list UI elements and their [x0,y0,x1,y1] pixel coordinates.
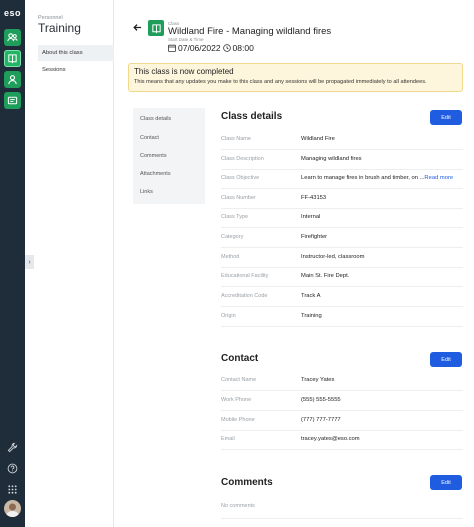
clock-icon [222,44,231,52]
detail-label: Class Description [221,156,264,162]
contact-edit-button[interactable]: Edit [430,352,462,367]
detail-row: Class Name Wildland Fire [221,130,463,150]
people-icon[interactable] [4,29,21,46]
nav-title: Training [38,21,81,35]
detail-row: Method Instructor-led, classroom [221,248,463,268]
detail-value: Wildland Fire [301,136,335,142]
tab-attachments[interactable]: Attachments [140,171,171,177]
contact-row: Mobile Phone (777) 777-7777 [221,411,463,431]
no-comments-text: No comments [221,503,255,509]
person-badge-icon[interactable] [4,71,21,88]
contact-row: Work Phone (555) 555-5555 [221,391,463,411]
banner-text: This means that any updates you make to … [134,79,427,85]
book-icon[interactable] [4,50,21,67]
header-subtitle: Start Date & Time [168,37,204,42]
contact-value: (555) 555-5555 [301,397,341,403]
contact-value[interactable]: tracey.yates@eso.com [301,436,360,442]
detail-value: Learn to manage fires in brush and timbe… [301,175,453,181]
detail-label: Accreditation Code [221,293,268,299]
tab-links[interactable]: Links [140,189,153,195]
detail-value: Training [301,313,322,319]
comments-title: Comments [221,477,273,488]
expand-nav-handle[interactable]: › [25,255,34,269]
tab-class-details[interactable]: Class details [140,116,171,122]
nav-item-about-this-class[interactable]: About this class [38,45,114,61]
detail-label: Origin [221,313,236,319]
detail-label: Category [221,234,244,240]
detail-row: Category Firefighter [221,228,463,248]
back-arrow-icon[interactable] [133,23,142,35]
help-icon[interactable] [5,461,20,476]
class-book-icon [148,20,164,36]
contact-row: Email tracey.yates@eso.com [221,430,463,450]
start-date: 07/06/2022 [178,43,221,53]
calendar-icon [168,44,176,52]
detail-label: Class Name [221,136,251,142]
tab-contact[interactable]: Contact [140,135,159,141]
class-details-title: Class details [221,111,283,122]
contact-label: Mobile Phone [221,417,255,423]
detail-label: Class Number [221,195,256,201]
detail-row: Origin Training [221,307,463,327]
detail-label: Class Objective [221,175,260,181]
completed-banner: This class is now completed This means t… [128,63,463,92]
read-more-link[interactable]: Read more [424,175,453,181]
divider [221,518,463,519]
apps-grid-icon[interactable] [5,482,20,497]
contact-row: Contact Name Tracey Yates [221,371,463,391]
detail-value: Instructor-led, classroom [301,254,365,260]
start-datetime: 07/06/2022 08:00 [168,43,254,53]
class-details-edit-button[interactable]: Edit [430,110,462,125]
detail-row: Accreditation Code Track A [221,287,463,307]
detail-value: Main St. Fire Dept. [301,273,350,279]
detail-row: Educational Facility Main St. Fire Dept. [221,267,463,287]
tab-comments[interactable]: Comments [140,153,167,159]
detail-row: Class Number FF-43153 [221,189,463,209]
page-title: Wildland Fire - Managing wildland fires [168,26,332,37]
user-avatar[interactable] [4,500,21,517]
contact-label: Email [221,436,235,442]
detail-row: Class Type Internal [221,208,463,228]
detail-value: Firefighter [301,234,328,240]
detail-row: Class Description Managing wildland fires [221,150,463,170]
detail-value: Track A [301,293,321,299]
eso-logo[interactable]: eso [3,8,22,18]
section-tabs: Class details Contact Comments Attachmen… [133,108,205,204]
comments-edit-button[interactable]: Edit [430,475,462,490]
id-card-icon[interactable] [4,92,21,109]
app-rail: eso [0,0,25,527]
side-nav: Personnel Training About this class Sess… [34,0,114,527]
wrench-icon[interactable] [5,440,20,455]
nav-item-sessions[interactable]: Sessions [38,62,114,78]
detail-value: Managing wildland fires [301,156,362,162]
start-time: 08:00 [232,43,254,53]
detail-value: Internal [301,214,321,220]
detail-label: Educational Facility [221,273,269,279]
objective-text: Learn to manage fires in brush and timbe… [301,175,425,181]
detail-row: Class Objective Learn to manage fires in … [221,169,463,189]
contact-value: (777) 777-7777 [301,417,341,423]
detail-value: FF-43153 [301,195,327,201]
contact-title: Contact [221,353,259,364]
banner-title: This class is now completed [134,67,234,76]
detail-label: Class Type [221,214,249,220]
detail-label: Method [221,254,240,260]
contact-label: Work Phone [221,397,252,403]
contact-value: Tracey Yates [301,377,335,383]
contact-label: Contact Name [221,377,257,383]
